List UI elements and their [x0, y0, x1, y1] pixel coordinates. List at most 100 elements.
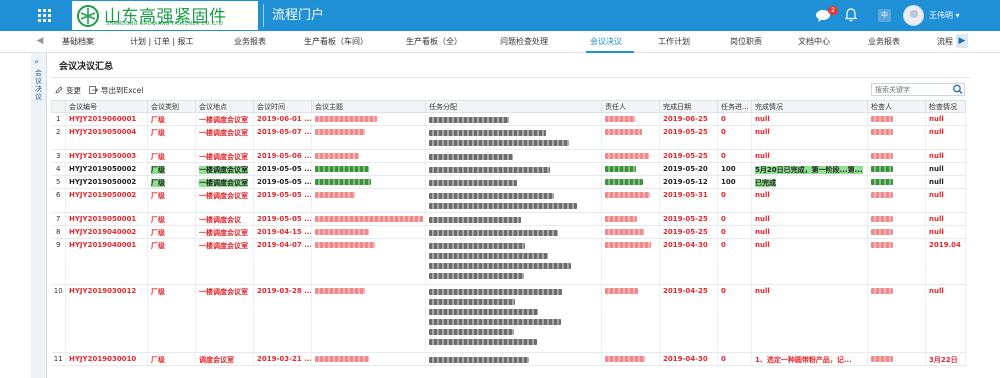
meeting-no: HYJY2019050001 — [65, 212, 148, 226]
tab-document-center[interactable]: 文档中心 — [798, 31, 830, 53]
meeting-topic — [311, 149, 426, 163]
main-nav: ◀ 基础档案 计划 | 订单 | 报工 业务报表 生产看板（车间） 生产看板（全… — [0, 31, 1000, 53]
tab-production-board-all[interactable]: 生产看板（全） — [406, 31, 462, 53]
language-switch[interactable]: 中 — [878, 9, 891, 22]
check-result: null — [925, 149, 966, 163]
redacted-text — [871, 229, 893, 235]
logo-emblem-icon — [77, 4, 99, 27]
check-result: null — [925, 175, 966, 189]
row-index: 7 — [51, 212, 66, 226]
user-menu[interactable]: 王伟明 ▾ — [929, 10, 960, 21]
avatar[interactable] — [903, 5, 924, 26]
search-icon[interactable] — [951, 83, 965, 96]
check-result: 2019.04 — [925, 238, 966, 285]
due-date: 2019-05-25 — [659, 212, 718, 226]
category: 厂级 — [147, 238, 196, 285]
col-header-task[interactable]: 任务分配 — [425, 100, 602, 113]
table-row[interactable]: 4 HYJY2019050002 厂级 一楼调度会议室 2019-05-05 ... 20… — [51, 162, 966, 176]
meeting-no: HYJY2019060001 — [65, 112, 148, 126]
row-index: 1 — [51, 112, 66, 126]
export-excel-button[interactable]: 导出到Excel — [89, 85, 143, 96]
check-result: null — [925, 188, 966, 213]
task-assignment — [425, 175, 602, 189]
expand-chevron-icon[interactable]: » — [34, 57, 39, 66]
col-header-time[interactable]: 会议时间 — [253, 100, 312, 113]
location: 一楼调度会议室 — [195, 149, 254, 163]
row-index: 9 — [51, 238, 66, 285]
meeting-no: HYJY2019050002 — [65, 175, 148, 189]
tab-process[interactable]: 流程 — [937, 31, 953, 53]
checker — [867, 238, 926, 285]
meeting-topic — [311, 238, 426, 285]
collapsed-sidebar[interactable]: » 会议决议 — [31, 53, 47, 378]
divider — [51, 77, 971, 78]
redacted-text — [315, 179, 371, 185]
portal-title: 流程门户 — [263, 4, 324, 27]
redacted-text — [429, 140, 569, 146]
nav-scroll-right-icon[interactable]: ▶ — [956, 34, 968, 48]
table-row[interactable]: 10 HYJY2019030012 厂级 一楼调度会议室 2019-03-28 ... 2… — [51, 284, 966, 353]
tab-issue-check[interactable]: 问题检查处理 — [500, 31, 548, 53]
checker — [867, 149, 926, 163]
col-header-progress[interactable]: 任务进... — [717, 100, 752, 113]
meeting-time: 2019-04-07 ... — [253, 238, 312, 285]
col-header-owner[interactable]: 责任人 — [601, 100, 660, 113]
due-date: 2019-05-25 — [659, 225, 718, 239]
col-header-topic[interactable]: 会议主题 — [311, 100, 426, 113]
company-logo: 山东高强紧固件 SHANDONG GAOQIANG FASTENER CO.,L… — [72, 1, 258, 30]
category: 厂级 — [147, 162, 196, 176]
redacted-text — [871, 216, 893, 222]
redacted-text — [429, 117, 509, 123]
bell-icon[interactable] — [845, 8, 857, 22]
col-header-status[interactable]: 完成情况 — [751, 100, 868, 113]
table-row[interactable]: 3 HYJY2019050003 厂级 一楼调度会议室 2019-05-06 ... 20… — [51, 149, 966, 163]
location: 一楼调度会议 — [195, 212, 254, 226]
location: 一楼调度会议室 — [195, 125, 254, 150]
tab-business-report-2[interactable]: 业务报表 — [868, 31, 900, 53]
location: 一楼调度会议室 — [195, 188, 254, 213]
tab-production-board-workshop[interactable]: 生产看板（车间） — [304, 31, 368, 53]
table-row[interactable]: 11 HYJY2019030010 厂级 调度会议室 2019-03-21 ... 201… — [51, 352, 966, 366]
task-assignment — [425, 284, 602, 353]
table-row[interactable]: 6 HYJY2019050002 厂级 一楼调度会议室 2019-05-05 ... 20… — [51, 188, 966, 213]
redacted-text — [429, 299, 515, 305]
col-header-category[interactable]: 会议类别 — [147, 100, 196, 113]
app-grid-icon[interactable] — [38, 9, 51, 22]
export-icon — [89, 86, 98, 94]
col-header-meeting-no[interactable]: 会议编号 — [65, 100, 148, 113]
category: 厂级 — [147, 212, 196, 226]
tab-job-duties[interactable]: 岗位职责 — [730, 31, 762, 53]
table-row[interactable]: 2 HYJY2019050004 厂级 一楼调度会议室 2019-05-07 ... 20… — [51, 125, 966, 150]
tab-basic-archive[interactable]: 基础档案 — [62, 31, 94, 53]
tab-work-plan[interactable]: 工作计划 — [658, 31, 690, 53]
owner — [601, 352, 660, 366]
tab-meeting-resolution[interactable]: 会议决议 — [590, 31, 622, 53]
category: 厂级 — [147, 175, 196, 189]
table-row[interactable]: 7 HYJY2019050001 厂级 一楼调度会议 2019-05-05 ... 201… — [51, 212, 966, 226]
col-header-due-date[interactable]: 完成日期 — [659, 100, 718, 113]
checker — [867, 188, 926, 213]
col-header-checker[interactable]: 检查人 — [867, 100, 926, 113]
table-row[interactable]: 9 HYJY2019040001 厂级 一楼调度会议室 2019-04-07 ... 20… — [51, 238, 966, 285]
redacted-text — [429, 243, 525, 249]
category: 厂级 — [147, 188, 196, 213]
redacted-text — [429, 217, 521, 223]
table-row[interactable]: 1 HYJY2019060001 厂级 一楼调度会议室 2019-06-01 ... 20… — [51, 112, 966, 126]
redacted-text — [429, 167, 550, 173]
col-header-check-result[interactable]: 检查情况 — [925, 100, 966, 113]
table-row[interactable]: 8 HYJY2019040002 厂级 一楼调度会议室 2019-04-15 ... 20… — [51, 225, 966, 239]
tab-plan-order-report[interactable]: 计划 | 订单 | 报工 — [130, 31, 194, 53]
tab-business-report[interactable]: 业务报表 — [234, 31, 266, 53]
col-header-location[interactable]: 会议地点 — [195, 100, 254, 113]
task-assignment — [425, 125, 602, 150]
meeting-time: 2019-03-21 ... — [253, 352, 312, 366]
checker — [867, 162, 926, 176]
edit-button[interactable]: 变更 — [55, 85, 81, 96]
progress: 0 — [717, 188, 752, 213]
redacted-text — [315, 356, 369, 362]
nav-scroll-left-icon[interactable]: ◀ — [34, 34, 46, 48]
redacted-text — [429, 230, 558, 236]
checker — [867, 225, 926, 239]
table-row[interactable]: 5 HYJY2019050002 厂级 一楼调度会议室 2019-05-05 ... 20… — [51, 175, 966, 189]
owner — [601, 212, 660, 226]
